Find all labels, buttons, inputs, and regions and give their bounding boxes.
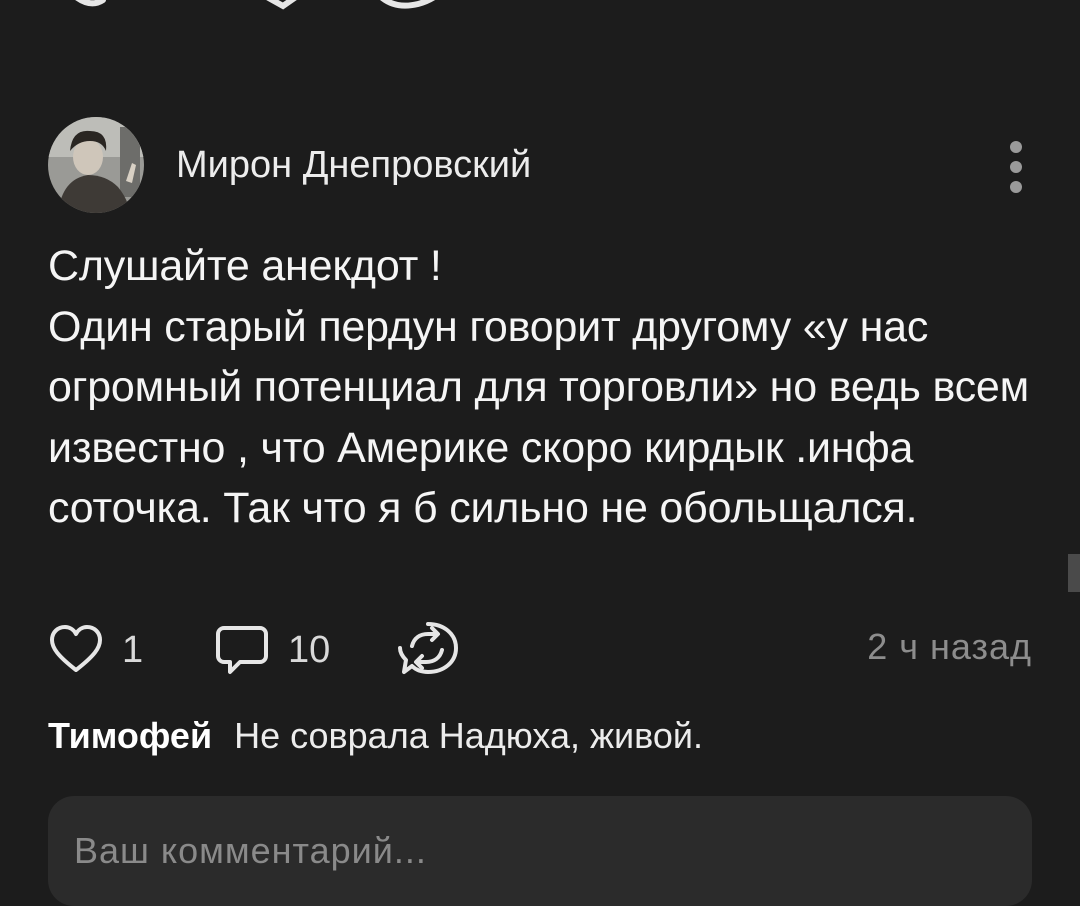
latest-comment[interactable]: Тимофей Не соврала Надюха, живой.: [48, 712, 703, 760]
comment-count: 10: [288, 628, 331, 671]
author-avatar[interactable]: [48, 117, 144, 213]
comment-text: Не соврала Надюха, живой.: [234, 715, 704, 756]
comment-input[interactable]: [48, 796, 1032, 906]
post-timestamp: 2 ч назад: [867, 626, 1032, 667]
previous-post-actions-cut: [75, 0, 436, 10]
post-actions: 1 10 2 ч назад: [48, 618, 1032, 682]
share-button[interactable]: [398, 618, 462, 682]
comment-button[interactable]: 10: [214, 618, 330, 682]
comment-author[interactable]: Тимофей: [48, 715, 212, 756]
heart-icon: [50, 625, 102, 672]
author-name[interactable]: Мирон Днепровский: [176, 141, 531, 189]
speech-bubble-icon: [216, 626, 268, 674]
post-header: Мирон Днепровский: [48, 117, 1032, 213]
user-photo-avatar-icon: [48, 117, 144, 213]
vertical-dots-icon[interactable]: [1004, 139, 1028, 195]
like-button[interactable]: 1: [48, 618, 143, 682]
like-count: 1: [122, 628, 144, 671]
repost-icon: [398, 622, 458, 674]
post-text: Слушайте анекдот ! Один старый пердун го…: [48, 242, 1029, 532]
scrollbar-thumb[interactable]: [1068, 554, 1080, 592]
